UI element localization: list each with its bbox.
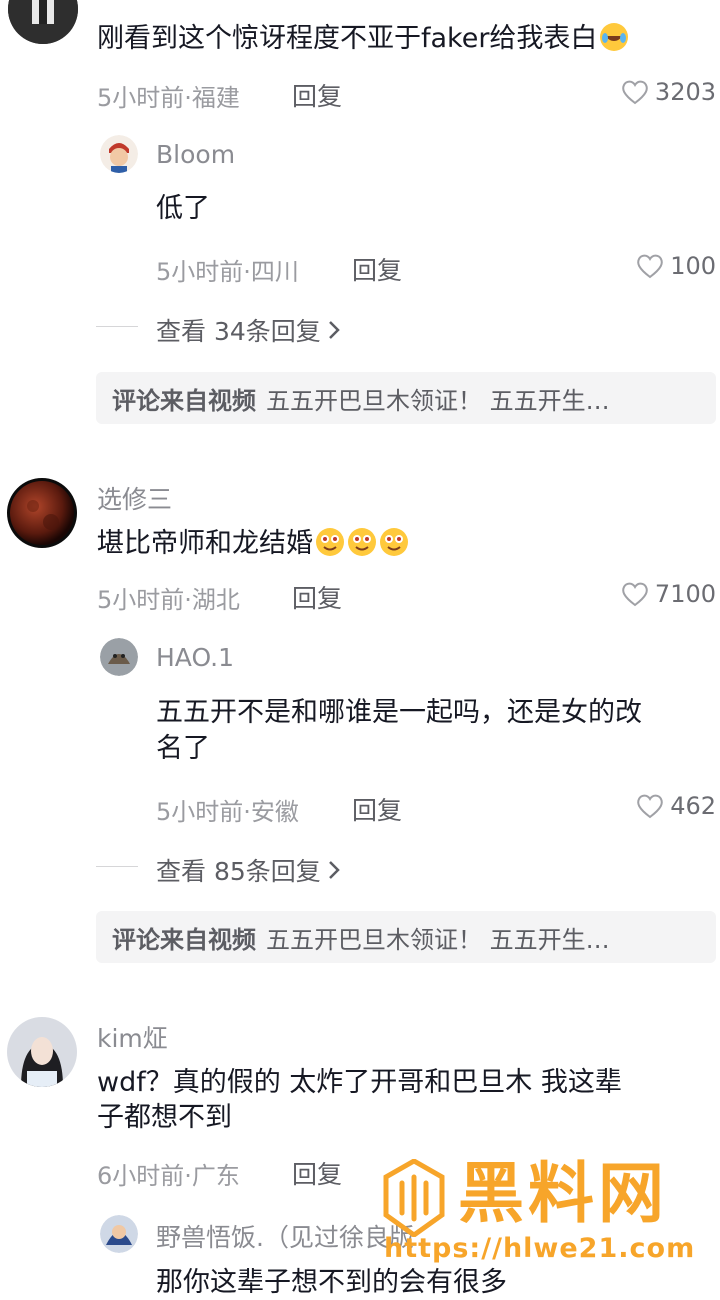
- view-more-replies-button[interactable]: 查看 85条回复: [156, 852, 341, 888]
- heart-icon: [637, 254, 663, 279]
- comment-text: 堪比帝师和龙结婚: [97, 527, 409, 561]
- source-label: 评论来自视频: [112, 925, 256, 954]
- reply-button[interactable]: 回复: [352, 251, 402, 287]
- reply-author-name[interactable]: Bloom: [156, 140, 235, 169]
- avatar[interactable]: [7, 1017, 77, 1087]
- like-count: 3203: [654, 78, 716, 106]
- source-text: 五五开巴旦木领证！ 五五开生…: [266, 925, 610, 954]
- reply-text: 低了: [156, 193, 210, 224]
- reply-text: 那你这辈子想不到的会有很多: [156, 1267, 507, 1298]
- reply-button[interactable]: 回复: [292, 579, 342, 615]
- comment-text: 刚看到这个惊讶程度不亚于faker给我表白: [97, 22, 629, 56]
- like-button[interactable]: 7100: [621, 580, 716, 608]
- watermark-url: https://hlwe21.com: [384, 1233, 696, 1264]
- divider: [96, 866, 138, 867]
- comment-time-location: 6小时前·广东: [97, 1162, 240, 1190]
- heart-icon: [622, 80, 648, 105]
- like-button[interactable]: 3203: [621, 78, 716, 106]
- watermark-brand: 黑料网: [458, 1155, 668, 1232]
- laughing-tears-emoji-icon: [600, 23, 629, 51]
- reply-author-name[interactable]: 野兽悟饭.（见过徐良版: [156, 1218, 414, 1254]
- chevron-right-icon: [328, 321, 340, 339]
- watermark: 黑料网 https://hlwe21.com: [378, 1155, 718, 1267]
- chevron-right-icon: [328, 861, 340, 879]
- comment-time-location: 5小时前·福建: [97, 84, 240, 112]
- comment-author-name[interactable]: kim炡: [97, 1019, 168, 1055]
- like-button[interactable]: 462: [636, 792, 716, 820]
- comment-text-line-2: 子都想不到: [97, 1102, 232, 1133]
- reply-button[interactable]: 回复: [292, 1155, 342, 1191]
- like-count: 100: [670, 252, 716, 280]
- reply-time-location: 5小时前·四川: [156, 258, 299, 286]
- avatar[interactable]: [8, 0, 78, 44]
- watermark-logo-icon: [383, 1159, 445, 1237]
- reply-avatar[interactable]: [100, 135, 138, 173]
- emoji-icon: [348, 528, 376, 556]
- view-more-replies-button[interactable]: 查看 34条回复: [156, 312, 341, 348]
- comment-text-line-1: wdf？真的假的 太炸了开哥和巴旦木 我这辈: [97, 1067, 622, 1098]
- reply-time-location: 5小时前·安徽: [156, 798, 299, 826]
- reply-text-line-2: 名了: [156, 733, 210, 764]
- comment-author-name[interactable]: 选修三: [97, 480, 172, 516]
- divider: [96, 326, 138, 327]
- video-source-bar[interactable]: 评论来自视频 五五开巴旦木领证！ 五五开生…: [96, 911, 716, 963]
- reply-author-name[interactable]: HAO.1: [156, 643, 234, 672]
- like-count: 7100: [654, 580, 716, 608]
- source-text: 五五开巴旦木领证！ 五五开生…: [266, 386, 610, 415]
- reply-button[interactable]: 回复: [352, 791, 402, 827]
- heart-icon: [622, 582, 648, 607]
- heart-icon: [637, 794, 663, 819]
- avatar[interactable]: [7, 478, 77, 548]
- video-source-bar[interactable]: 评论来自视频 五五开巴旦木领证！ 五五开生…: [96, 372, 716, 424]
- reply-text-line-1: 五五开不是和哪谁是一起吗，还是女的改: [156, 697, 642, 728]
- source-label: 评论来自视频: [112, 386, 256, 415]
- reply-avatar[interactable]: [100, 1215, 138, 1253]
- reply-button[interactable]: 回复: [292, 77, 342, 113]
- like-count: 462: [670, 792, 716, 820]
- emoji-icon: [380, 528, 408, 556]
- reply-avatar[interactable]: [100, 638, 138, 676]
- comment-time-location: 5小时前·湖北: [97, 586, 240, 614]
- emoji-icon: [316, 528, 344, 556]
- like-button[interactable]: 100: [636, 252, 716, 280]
